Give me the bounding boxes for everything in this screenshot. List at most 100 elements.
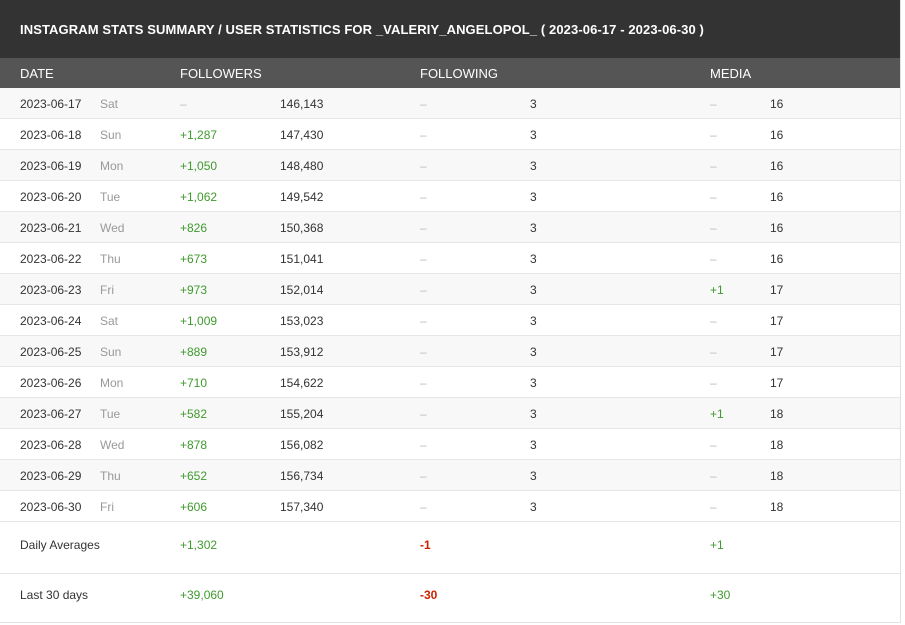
table-row: 2023-06-24 Sat +1,009 153,023 – 3 – 17 [0, 305, 900, 336]
row-date: 2023-06-22 [20, 252, 82, 266]
row-followers-change: +973 [180, 283, 208, 297]
table-row: 2023-06-18 Sun +1,287 147,430 – 3 – 16 [0, 119, 900, 150]
row-following-change: – [420, 190, 427, 204]
row-date: 2023-06-20 [20, 190, 82, 204]
row-weekday: Tue [100, 190, 121, 204]
row-date: 2023-06-28 [20, 438, 82, 452]
row-weekday: Mon [100, 376, 124, 390]
row-media-total: 16 [770, 252, 784, 266]
row-followers-total: 153,912 [280, 345, 324, 359]
row-media-change: – [710, 438, 717, 452]
row-followers-change: +1,287 [180, 128, 218, 142]
page-title: INSTAGRAM STATS SUMMARY / USER STATISTIC… [0, 0, 900, 58]
row-following-change: – [420, 345, 427, 359]
row-media-change: – [710, 469, 717, 483]
row-following-total: 3 [530, 314, 537, 328]
row-following-total: 3 [530, 190, 537, 204]
row-followers-change: +826 [180, 221, 208, 235]
table-row: 2023-06-29 Thu +652 156,734 – 3 – 18 [0, 460, 900, 491]
row-followers-total: 155,204 [280, 407, 324, 421]
row-followers-total: 156,082 [280, 438, 324, 452]
row-weekday: Sat [100, 314, 119, 328]
row-followers-total: 147,430 [280, 128, 324, 142]
row-media-total: 16 [770, 128, 784, 142]
row-followers-total: 150,368 [280, 221, 324, 235]
row-weekday: Mon [100, 159, 124, 173]
row-following-change: – [420, 438, 427, 452]
row-followers-change: +1,062 [180, 190, 218, 204]
row-followers-total: 146,143 [280, 97, 324, 111]
row-following-total: 3 [530, 97, 537, 111]
row-media-change: +1 [710, 407, 724, 421]
row-media-total: 16 [770, 190, 784, 204]
row-date: 2023-06-24 [20, 314, 82, 328]
row-weekday: Wed [100, 221, 125, 235]
row-media-change: – [710, 159, 717, 173]
daily-averages-row: Daily Averages +1,302 -1 +1 [0, 522, 900, 574]
row-following-change: – [420, 469, 427, 483]
table-row: 2023-06-30 Fri +606 157,340 – 3 – 18 [0, 491, 900, 522]
row-media-change: – [710, 500, 717, 514]
last30-media: +30 [710, 588, 731, 602]
table-row: 2023-06-23 Fri +973 152,014 – 3 +1 17 [0, 274, 900, 305]
row-following-total: 3 [530, 376, 537, 390]
table-row: 2023-06-19 Mon +1,050 148,480 – 3 – 16 [0, 150, 900, 181]
table-row: 2023-06-26 Mon +710 154,622 – 3 – 17 [0, 367, 900, 398]
row-weekday: Sun [100, 128, 122, 142]
row-following-change: – [420, 407, 427, 421]
row-following-total: 3 [530, 438, 537, 452]
summary-label: Last 30 days [20, 588, 89, 602]
row-followers-total: 157,340 [280, 500, 324, 514]
header-following: FOLLOWING [420, 66, 499, 81]
row-followers-change: +652 [180, 469, 208, 483]
row-media-change: – [710, 221, 717, 235]
row-media-change: – [710, 97, 717, 111]
row-media-total: 16 [770, 221, 784, 235]
row-following-total: 3 [530, 128, 537, 142]
row-media-total: 17 [770, 376, 784, 390]
row-following-total: 3 [530, 500, 537, 514]
row-following-change: – [420, 97, 427, 111]
row-following-change: – [420, 376, 427, 390]
row-media-total: 16 [770, 159, 784, 173]
row-following-total: 3 [530, 407, 537, 421]
row-media-total: 16 [770, 97, 784, 111]
row-followers-change: +606 [180, 500, 208, 514]
row-media-total: 17 [770, 283, 784, 297]
row-media-total: 18 [770, 500, 784, 514]
row-weekday: Thu [100, 469, 121, 483]
row-following-change: – [420, 221, 427, 235]
stats-summary-panel: INSTAGRAM STATS SUMMARY / USER STATISTIC… [0, 0, 901, 623]
row-following-total: 3 [530, 345, 537, 359]
row-followers-change: +1,009 [180, 314, 218, 328]
row-date: 2023-06-25 [20, 345, 82, 359]
row-following-change: – [420, 159, 427, 173]
row-media-change: – [710, 376, 717, 390]
row-followers-total: 148,480 [280, 159, 324, 173]
row-followers-change: +673 [180, 252, 208, 266]
avg-followers: +1,302 [180, 538, 218, 552]
row-followers-change: – [180, 97, 187, 111]
table-row: 2023-06-21 Wed +826 150,368 – 3 – 16 [0, 212, 900, 243]
table-body: 2023-06-17 Sat – 146,143 – 3 – 16 2023-06-18 Sun +… [0, 88, 900, 522]
row-media-total: 17 [770, 345, 784, 359]
row-media-change: +1 [710, 283, 724, 297]
row-following-total: 3 [530, 221, 537, 235]
row-followers-total: 153,023 [280, 314, 324, 328]
table-row: 2023-06-25 Sun +889 153,912 – 3 – 17 [0, 336, 900, 367]
row-media-change: – [710, 252, 717, 266]
row-date: 2023-06-17 [20, 97, 82, 111]
row-following-total: 3 [530, 252, 537, 266]
row-followers-change: +582 [180, 407, 208, 421]
row-weekday: Thu [100, 252, 121, 266]
row-weekday: Sat [100, 97, 119, 111]
avg-media: +1 [710, 538, 724, 552]
row-media-total: 18 [770, 438, 784, 452]
row-following-change: – [420, 128, 427, 142]
row-weekday: Sun [100, 345, 122, 359]
row-followers-change: +710 [180, 376, 208, 390]
header-followers: FOLLOWERS [180, 66, 262, 81]
header-media: MEDIA [710, 66, 752, 81]
row-media-total: 18 [770, 407, 784, 421]
row-media-total: 18 [770, 469, 784, 483]
